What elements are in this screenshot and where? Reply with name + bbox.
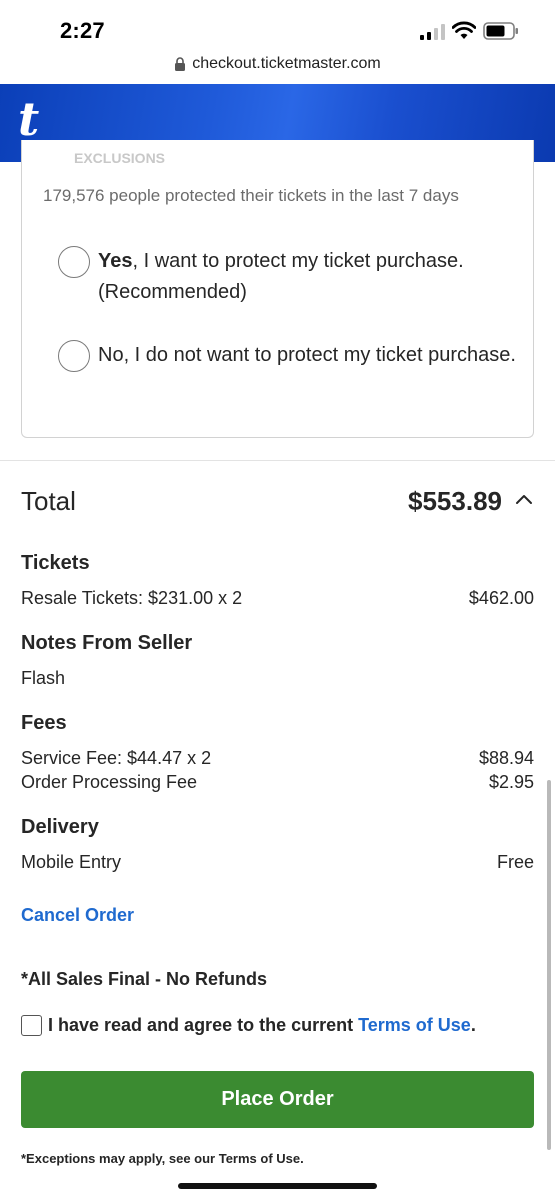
total-amount: $553.89 (408, 486, 502, 516)
delivery-label: Mobile Entry (21, 852, 122, 872)
status-time: 2:27 (60, 18, 105, 43)
wifi-icon (452, 21, 476, 39)
ticketmaster-logo[interactable]: t (18, 96, 39, 142)
chevron-up-icon[interactable] (514, 491, 534, 507)
radio-no[interactable] (58, 340, 90, 372)
delivery-value: Free (496, 852, 534, 872)
tickets-line-label: Resale Tickets: $231.00 x 2 (21, 588, 243, 608)
processing-fee-value: $2.95 (488, 772, 534, 792)
url-text: checkout.ticketmaster.com (192, 55, 381, 72)
cellular-signal-icon (420, 24, 445, 40)
home-indicator[interactable] (178, 1183, 377, 1189)
processing-fee-label: Order Processing Fee (21, 772, 198, 792)
tickets-title: Tickets (21, 552, 90, 574)
status-bar: 2:27 (0, 0, 555, 52)
lock-icon (175, 57, 186, 71)
all-sales-final-note: *All Sales Final - No Refunds (21, 969, 268, 989)
service-fee-label: Service Fee: $44.47 x 2 (21, 748, 212, 768)
total-label: Total (21, 486, 76, 516)
terms-of-use-link[interactable]: Terms of Use (358, 1015, 471, 1035)
protect-yes-label: Yes, I want to protect my ticket purchas… (98, 250, 464, 303)
place-order-button[interactable]: Place Order (21, 1071, 534, 1128)
service-fee-value: $88.94 (478, 748, 534, 768)
faded-heading: EXCLUSIONS (74, 150, 166, 166)
fees-title: Fees (21, 712, 67, 734)
protection-stat: 179,576 people protected their tickets i… (43, 186, 459, 205)
terms-checkbox[interactable] (21, 1015, 42, 1036)
delivery-title: Delivery (21, 816, 99, 838)
battery-icon (483, 22, 518, 40)
cancel-order-link[interactable]: Cancel Order (21, 905, 134, 926)
scrollbar[interactable] (547, 780, 551, 1150)
protect-no-label: No, I do not want to protect my ticket p… (98, 344, 516, 366)
section-divider (0, 460, 555, 461)
exceptions-note: *Exceptions may apply, see our Terms of … (21, 1151, 304, 1166)
radio-yes[interactable] (58, 246, 90, 278)
notes-text: Flash (21, 668, 66, 688)
terms-agreement-text: I have read and agree to the current Ter… (48, 1015, 476, 1035)
notes-title: Notes From Seller (21, 632, 193, 654)
address-bar[interactable]: checkout.ticketmaster.com (0, 52, 555, 84)
terms-agreement-row: I have read and agree to the current Ter… (21, 1015, 476, 1036)
tickets-line-value: $462.00 (468, 588, 534, 608)
